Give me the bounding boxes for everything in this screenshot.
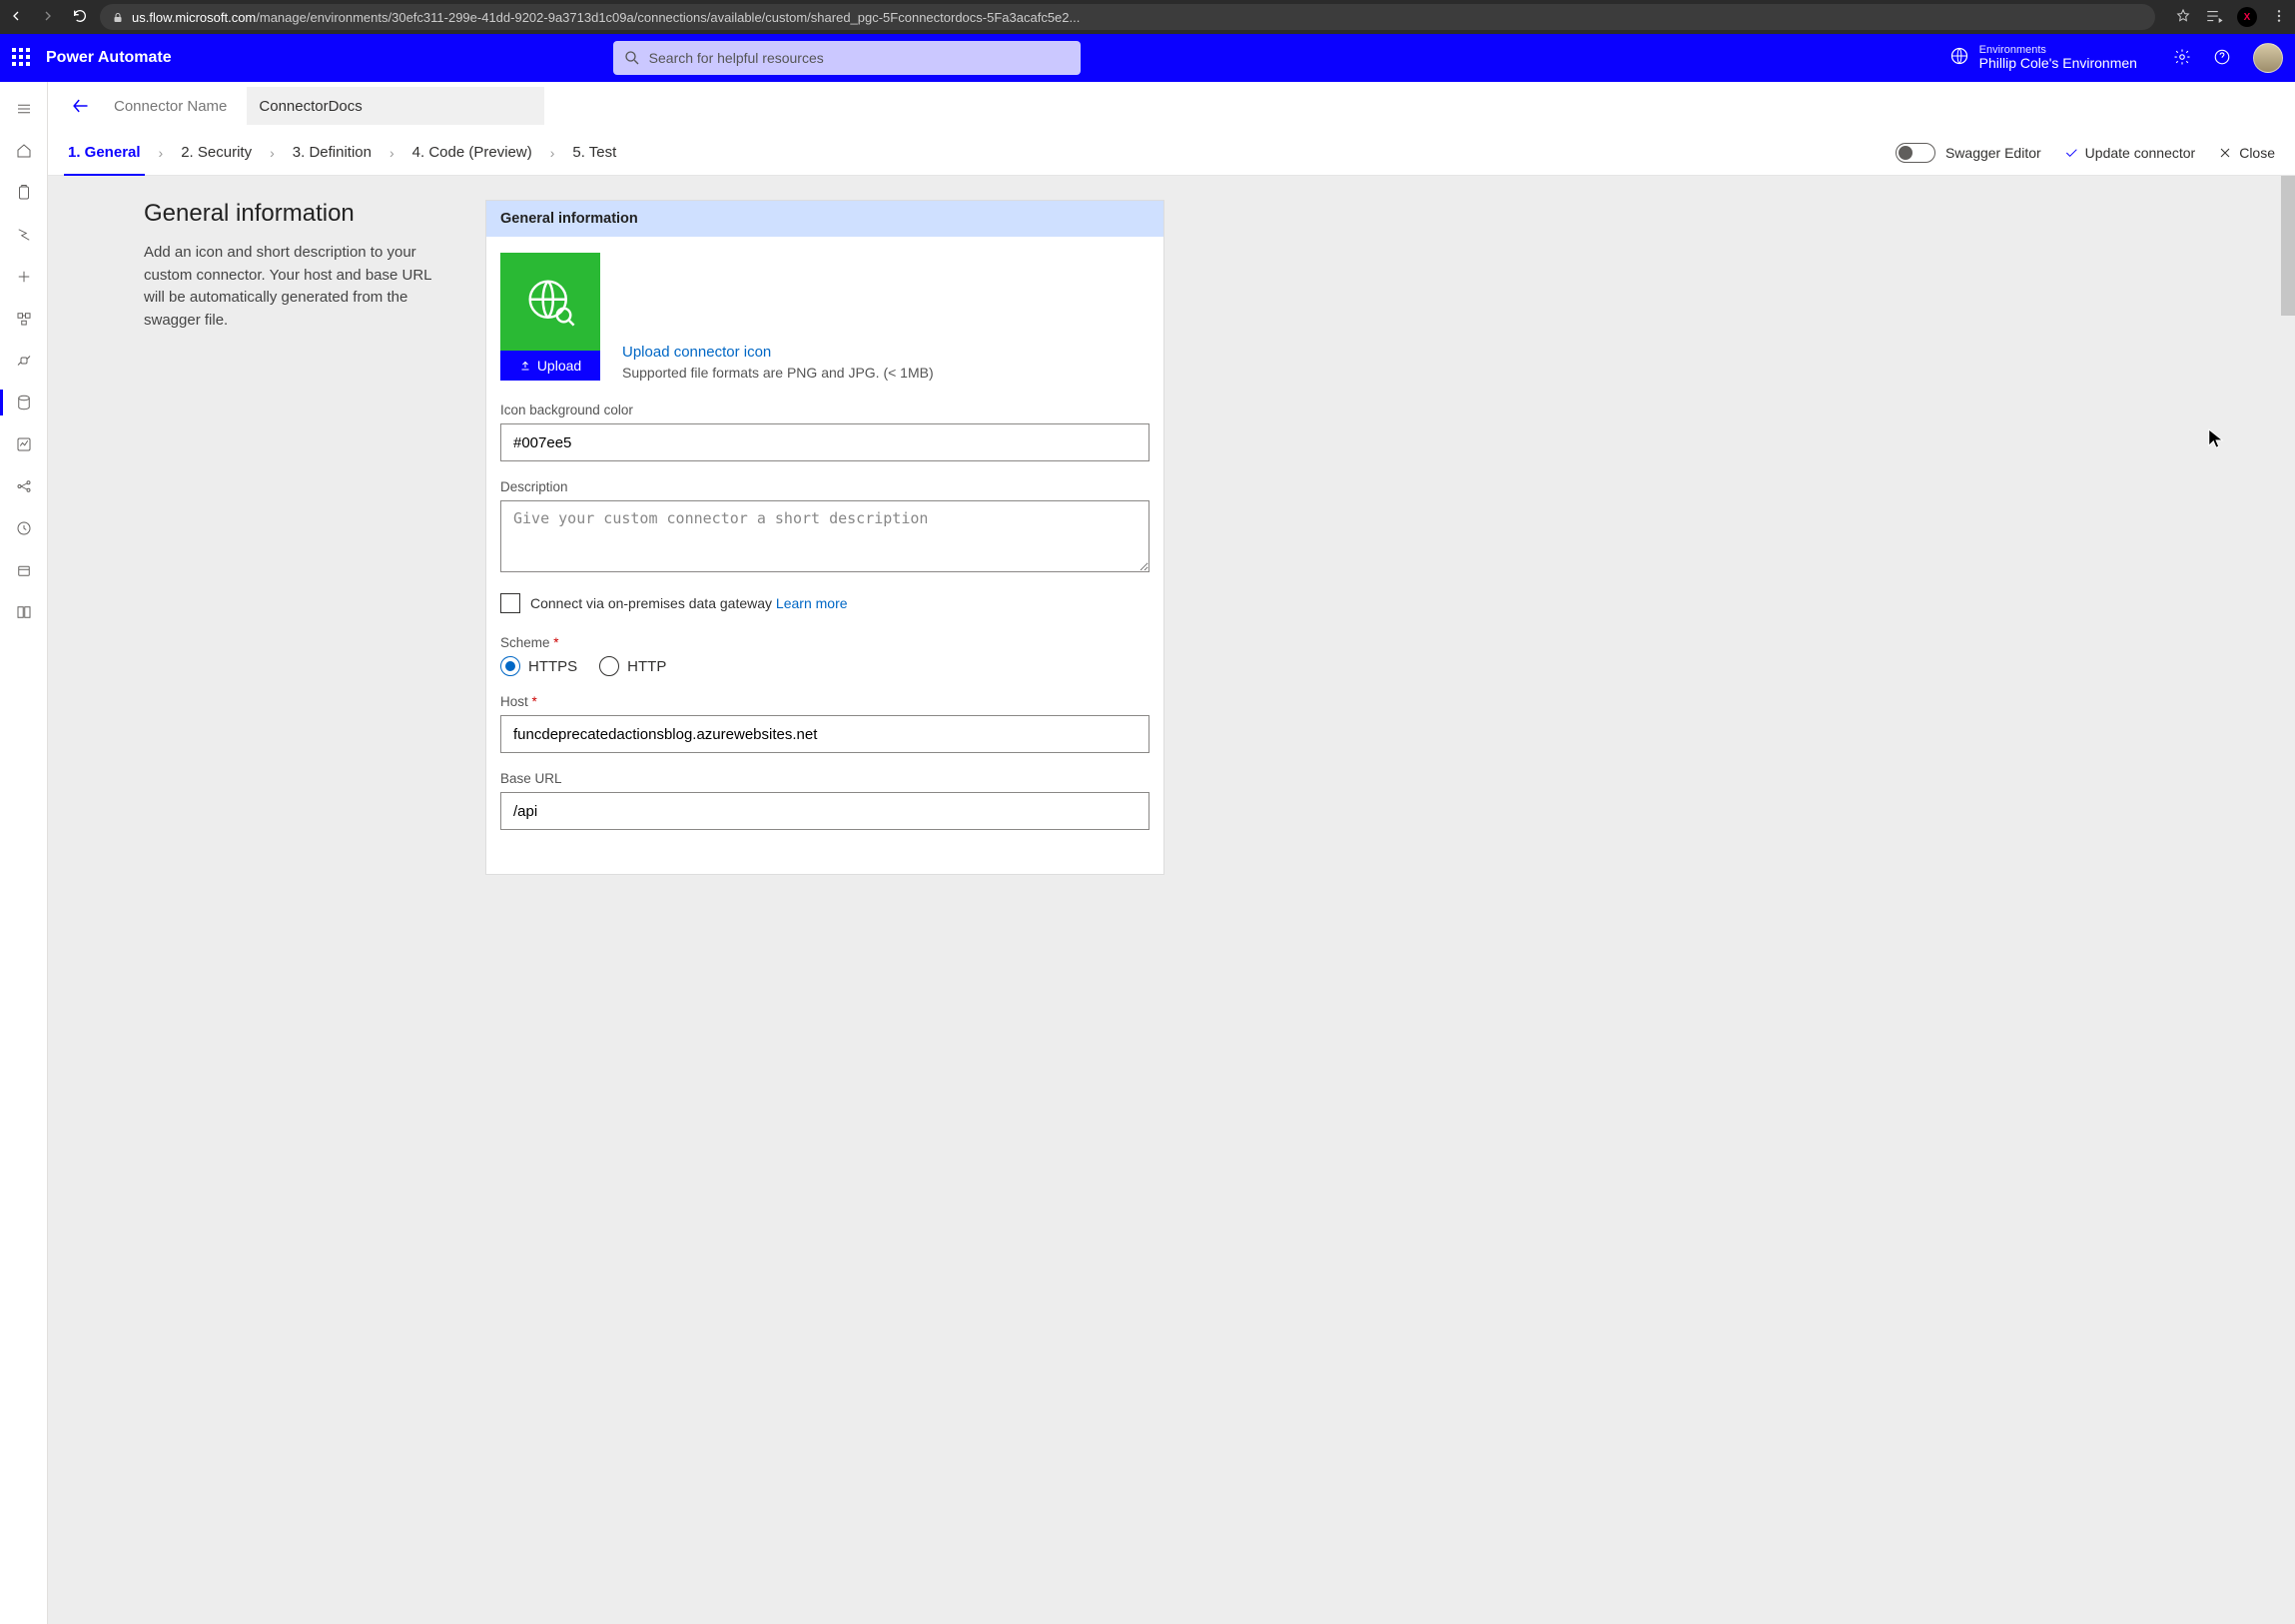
scrollbar-thumb[interactable]	[2281, 176, 2295, 316]
rail-ai-builder-icon[interactable]	[0, 465, 48, 507]
settings-icon[interactable]	[2173, 48, 2191, 69]
environment-name: Phillip Cole's Environmen	[1979, 56, 2137, 71]
rail-process-advisor-icon[interactable]	[0, 507, 48, 549]
rail-learn-icon[interactable]	[0, 591, 48, 633]
close-icon	[2217, 145, 2233, 161]
upload-icon	[519, 360, 531, 372]
upload-icon-button[interactable]: Upload	[500, 351, 600, 381]
gateway-checkbox[interactable]	[500, 593, 520, 613]
connector-name-row: Connector Name	[48, 82, 2295, 130]
connector-name-label: Connector Name	[114, 98, 227, 115]
back-button[interactable]	[58, 82, 102, 130]
section-title: General information	[144, 200, 453, 228]
section-intro: General information Add an icon and shor…	[144, 200, 453, 875]
browser-reload-icon[interactable]	[72, 8, 88, 27]
panel-header: General information	[486, 201, 1163, 237]
chevron-right-icon: ›	[385, 145, 398, 161]
rail-action-items-icon[interactable]	[0, 172, 48, 214]
checkmark-icon	[2063, 145, 2079, 161]
environment-label: Environments	[1979, 44, 2137, 56]
app-header: Power Automate Environments Phillip Cole…	[0, 34, 2295, 82]
step-definition[interactable]: 3. Definition	[279, 130, 385, 176]
app-launcher-icon[interactable]	[12, 48, 32, 68]
search-input[interactable]	[613, 41, 1081, 75]
step-code[interactable]: 4. Code (Preview)	[398, 130, 546, 176]
section-description: Add an icon and short description to you…	[144, 242, 453, 332]
scheme-https-radio[interactable]: HTTPS	[500, 656, 577, 676]
main-content: General information Add an icon and shor…	[48, 176, 2295, 1624]
search-icon	[623, 49, 641, 70]
bookmark-star-icon[interactable]	[2175, 8, 2191, 27]
rail-data-icon[interactable]	[0, 382, 48, 423]
url-bar[interactable]: us.flow.microsoft.com/manage/environment…	[100, 4, 2155, 30]
chevron-right-icon: ›	[546, 145, 559, 161]
globe-search-icon	[523, 275, 577, 329]
upload-icon-link[interactable]: Upload connector icon	[622, 344, 934, 361]
rail-monitor-icon[interactable]	[0, 423, 48, 465]
update-connector-button[interactable]: Update connector	[2063, 145, 2196, 161]
close-label: Close	[2239, 145, 2275, 161]
step-security[interactable]: 2. Security	[167, 130, 266, 176]
connector-icon-preview	[500, 253, 600, 351]
rail-templates-icon[interactable]	[0, 298, 48, 340]
mouse-cursor-icon	[2207, 427, 2225, 449]
host-input[interactable]	[500, 715, 1149, 753]
host-label: Host *	[500, 694, 1149, 709]
browser-menu-icon[interactable]	[2271, 8, 2287, 27]
base-url-input[interactable]	[500, 792, 1149, 830]
browser-back-icon[interactable]	[8, 8, 24, 27]
gateway-learn-more-link[interactable]: Learn more	[776, 595, 848, 611]
upload-icon-hint: Supported file formats are PNG and JPG. …	[622, 365, 934, 381]
chevron-right-icon: ›	[155, 145, 168, 161]
environment-icon	[1949, 46, 1969, 69]
rail-solutions-icon[interactable]	[0, 549, 48, 591]
rail-flows-icon[interactable]	[0, 214, 48, 256]
update-connector-label: Update connector	[2085, 145, 2196, 161]
scheme-http-radio[interactable]: HTTP	[599, 656, 666, 676]
step-general[interactable]: 1. General	[54, 130, 155, 176]
icon-bg-color-label: Icon background color	[500, 403, 1149, 417]
general-info-panel: General information	[485, 200, 1164, 875]
icon-bg-color-input[interactable]	[500, 423, 1149, 461]
step-test[interactable]: 5. Test	[558, 130, 630, 176]
rail-hamburger-icon[interactable]	[0, 88, 48, 130]
user-avatar[interactable]	[2253, 43, 2283, 73]
description-label: Description	[500, 479, 1149, 494]
app-title: Power Automate	[46, 49, 172, 67]
rail-home-icon[interactable]	[0, 130, 48, 172]
chevron-right-icon: ›	[266, 145, 279, 161]
extension-badge-icon[interactable]: X	[2237, 7, 2257, 27]
rail-create-icon[interactable]	[0, 256, 48, 298]
help-icon[interactable]	[2213, 48, 2231, 69]
environment-picker[interactable]: Environments Phillip Cole's Environmen	[1979, 44, 2137, 71]
upload-label: Upload	[537, 358, 581, 374]
left-nav-rail	[0, 82, 48, 1624]
rail-connectors-icon[interactable]	[0, 340, 48, 382]
browser-forward-icon[interactable]	[40, 8, 56, 27]
close-button[interactable]: Close	[2217, 145, 2275, 161]
lock-icon	[112, 11, 124, 23]
swagger-editor-toggle[interactable]	[1896, 143, 1935, 163]
base-url-label: Base URL	[500, 771, 1149, 786]
gateway-label: Connect via on-premises data gateway Lea…	[530, 595, 848, 611]
swagger-editor-label: Swagger Editor	[1945, 145, 2041, 161]
url-text: us.flow.microsoft.com/manage/environment…	[132, 10, 1080, 25]
browser-chrome: us.flow.microsoft.com/manage/environment…	[0, 0, 2295, 34]
connector-name-input[interactable]	[247, 87, 544, 125]
wizard-steps-row: 1. General › 2. Security › 3. Definition…	[48, 130, 2295, 176]
playlist-icon[interactable]	[2205, 7, 2223, 28]
scheme-label: Scheme *	[500, 635, 1149, 650]
description-input[interactable]	[500, 500, 1149, 572]
